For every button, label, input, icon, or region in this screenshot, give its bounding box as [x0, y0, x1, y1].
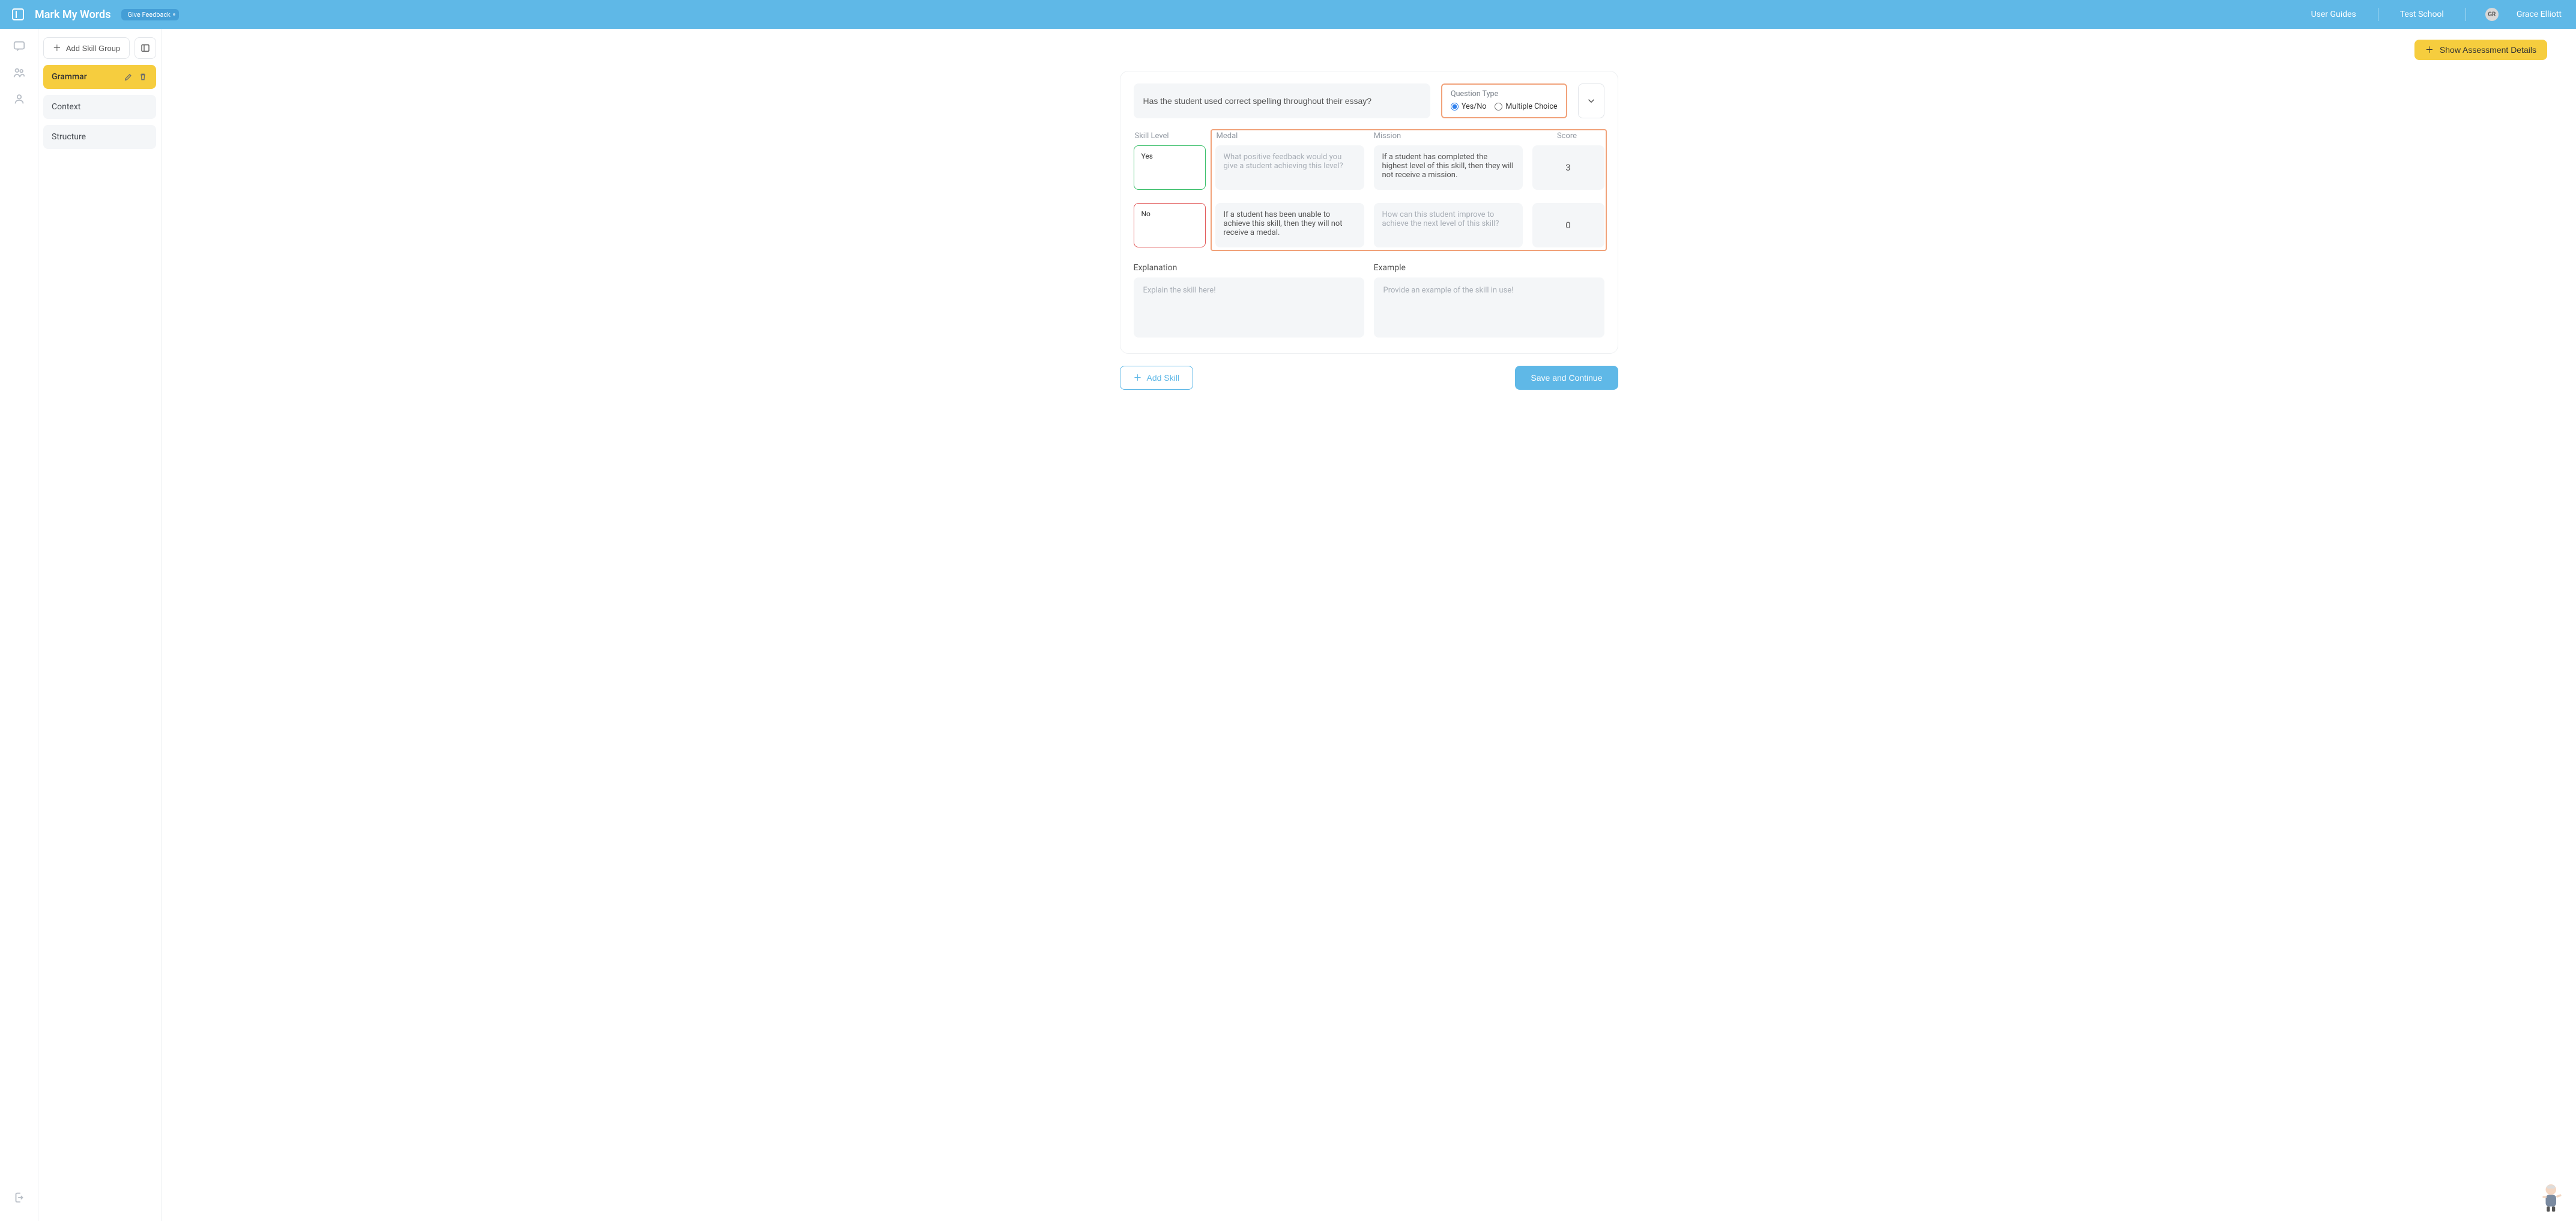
- add-skill-group-button[interactable]: ＋ Add Skill Group: [43, 37, 130, 59]
- col-skill-level: Skill Level: [1135, 132, 1207, 141]
- radio-mc-label: Multiple Choice: [1505, 102, 1557, 111]
- mission-cell[interactable]: How can this student improve to achieve …: [1374, 203, 1523, 247]
- question-type-multiple-choice[interactable]: Multiple Choice: [1495, 102, 1557, 111]
- example-label: Example: [1374, 263, 1604, 273]
- score-cell[interactable]: 0: [1532, 203, 1604, 247]
- skill-group-structure[interactable]: Structure: [43, 125, 156, 149]
- table-row: NoIf a student has been unable to achiev…: [1134, 203, 1604, 247]
- skill-group-grammar[interactable]: Grammar: [43, 65, 156, 89]
- show-assessment-details-button[interactable]: ＋ Show Assessment Details: [2414, 40, 2547, 60]
- mascot-avatar[interactable]: [2535, 1180, 2569, 1214]
- user-guides-link[interactable]: User Guides: [2309, 10, 2359, 19]
- add-skill-label: Add Skill: [1147, 373, 1179, 383]
- sidebar-toggle-icon[interactable]: [12, 8, 24, 20]
- radio-mc[interactable]: [1495, 103, 1502, 111]
- icon-rail: [0, 29, 38, 1221]
- main-content: ＋ Show Assessment Details Question Type …: [162, 29, 2576, 1221]
- skill-level-box[interactable]: Yes: [1134, 145, 1206, 190]
- question-type-yesno[interactable]: Yes/No: [1451, 102, 1486, 111]
- col-score: Score: [1531, 132, 1603, 141]
- score-cell[interactable]: 3: [1532, 145, 1604, 190]
- save-and-continue-button[interactable]: Save and Continue: [1515, 366, 1618, 390]
- app-title: Mark My Words: [35, 8, 110, 21]
- school-link[interactable]: Test School: [2398, 10, 2446, 19]
- trash-icon[interactable]: [138, 72, 148, 82]
- question-type-title: Question Type: [1451, 89, 1558, 98]
- users-icon[interactable]: [13, 66, 26, 79]
- skill-group-panel: ＋ Add Skill Group Grammar Context Struct…: [38, 29, 162, 1221]
- radio-yesno-label: Yes/No: [1462, 102, 1486, 111]
- plus-icon: ＋: [1134, 374, 1142, 382]
- edit-icon[interactable]: [124, 72, 133, 82]
- medal-cell[interactable]: What positive feedback would you give a …: [1215, 145, 1364, 190]
- skill-group-label: Grammar: [52, 72, 119, 82]
- collapse-panel-button[interactable]: [135, 37, 156, 59]
- give-feedback-button[interactable]: Give Feedback: [121, 9, 178, 20]
- user-name[interactable]: Grace Elliott: [2514, 10, 2564, 19]
- col-mission: Mission: [1374, 132, 1522, 141]
- skill-card: Question Type Yes/No Multiple Choice: [1120, 71, 1618, 354]
- question-input[interactable]: [1134, 83, 1430, 118]
- avatar[interactable]: GR: [2485, 8, 2499, 21]
- medal-cell[interactable]: If a student has been unable to achieve …: [1215, 203, 1364, 247]
- add-skill-group-label: Add Skill Group: [66, 44, 120, 53]
- skill-level-box[interactable]: No: [1134, 203, 1206, 247]
- expand-card-button[interactable]: [1578, 83, 1604, 118]
- plus-icon: ＋: [53, 44, 61, 52]
- question-type-box: Question Type Yes/No Multiple Choice: [1441, 83, 1567, 118]
- col-medal: Medal: [1217, 132, 1364, 141]
- logout-icon[interactable]: [13, 1191, 26, 1204]
- table-row: YesWhat positive feedback would you give…: [1134, 145, 1604, 190]
- skill-group-label: Context: [52, 102, 148, 112]
- skill-group-context[interactable]: Context: [43, 95, 156, 119]
- top-bar: Mark My Words Give Feedback User Guides …: [0, 0, 2576, 29]
- mission-cell[interactable]: If a student has completed the highest l…: [1374, 145, 1523, 190]
- plus-icon: ＋: [2425, 46, 2434, 54]
- radio-yesno[interactable]: [1451, 103, 1459, 111]
- show-assessment-label: Show Assessment Details: [2440, 45, 2536, 55]
- example-input[interactable]: [1374, 277, 1604, 338]
- skill-group-label: Structure: [52, 132, 148, 142]
- add-skill-button[interactable]: ＋ Add Skill: [1120, 366, 1193, 390]
- person-icon[interactable]: [13, 92, 26, 106]
- chat-icon[interactable]: [13, 40, 26, 53]
- explanation-input[interactable]: [1134, 277, 1364, 338]
- explanation-label: Explanation: [1134, 263, 1364, 273]
